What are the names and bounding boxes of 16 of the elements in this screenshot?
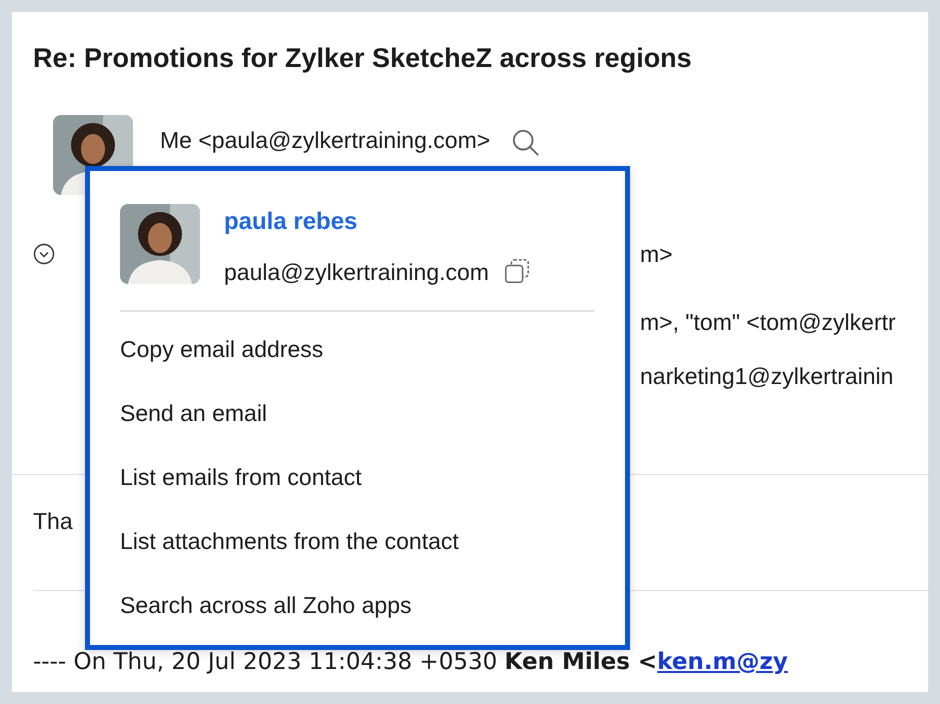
search-icon[interactable]: [512, 129, 540, 157]
contact-name[interactable]: paula rebes: [224, 208, 531, 236]
mail-subject: Re: Promotions for Zylker SketcheZ across regions: [33, 42, 692, 74]
recipient-text: narketing1@zylkertrainin: [640, 362, 894, 390]
contact-email: paula@zylkertraining.com: [224, 258, 489, 286]
menu-item[interactable]: Send an email: [120, 398, 595, 462]
menu-item[interactable]: List attachments from the contact: [120, 526, 595, 590]
menu-item[interactable]: List emails from contact: [120, 462, 595, 526]
sender-address: Me <paula@zylkertraining.com>: [160, 127, 490, 154]
email-link[interactable]: ken.m@zy: [657, 649, 788, 675]
copy-icon[interactable]: [502, 258, 531, 286]
recipient-text: m>: [640, 240, 673, 268]
menu-item[interactable]: Copy email address: [120, 334, 595, 398]
expand-icon[interactable]: [33, 243, 55, 265]
message-text: Tha: [33, 508, 73, 534]
recipient-text: m>, "tom" <tom@zylkertr: [640, 308, 896, 336]
